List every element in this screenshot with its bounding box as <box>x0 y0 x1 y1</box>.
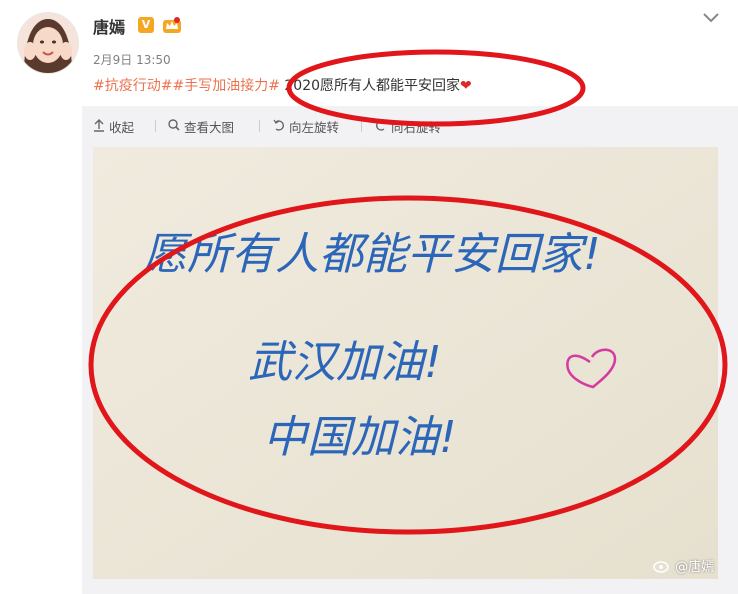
rotate-right-label: 向右旋转 <box>391 120 442 135</box>
post-text: #抗疫行动##手写加油接力# 2020愿所有人都能平安回家❤ <box>93 75 472 95</box>
collapse-label: 收起 <box>109 120 135 135</box>
view-large-label: 查看大图 <box>184 120 235 135</box>
photo-watermark: @唐嫣 <box>653 556 714 575</box>
handwritten-note-image: 愿所有人都能平安回家! 武汉加油! 中国加油! <box>93 147 718 579</box>
rotate-left-label: 向左旋转 <box>289 120 340 135</box>
crown-badge-icon <box>163 17 181 33</box>
divider <box>361 120 362 132</box>
post-photo[interactable]: 愿所有人都能平安回家! 武汉加油! 中国加油! <box>93 147 718 579</box>
collapse-icon <box>94 119 104 132</box>
post-timestamp[interactable]: 2月9日 13:50 <box>93 51 171 68</box>
divider <box>259 120 260 132</box>
rotate-right-icon <box>375 119 387 131</box>
rotate-left-icon <box>273 119 285 131</box>
hashtag-link[interactable]: #手写加油接力# <box>172 78 279 94</box>
handwriting-line: 武汉加油! <box>248 337 442 388</box>
handwriting-line: 愿所有人都能平安回家! <box>143 229 601 280</box>
username[interactable]: 唐嫣 <box>93 14 125 38</box>
watermark-text: @唐嫣 <box>675 560 715 575</box>
verified-badge: V <box>138 17 154 33</box>
handwriting-line: 中国加油! <box>263 412 457 463</box>
avatar-image <box>18 13 78 73</box>
heart-emoji: ❤ <box>460 78 472 94</box>
divider <box>155 120 156 132</box>
weibo-logo-icon <box>653 561 669 573</box>
hashtag-link[interactable]: #抗疫行动# <box>93 78 172 94</box>
post-message: 2020愿所有人都能平安回家 <box>279 78 461 94</box>
avatar[interactable] <box>17 12 79 74</box>
zoom-icon <box>168 119 180 131</box>
chevron-down-icon[interactable] <box>702 12 720 24</box>
